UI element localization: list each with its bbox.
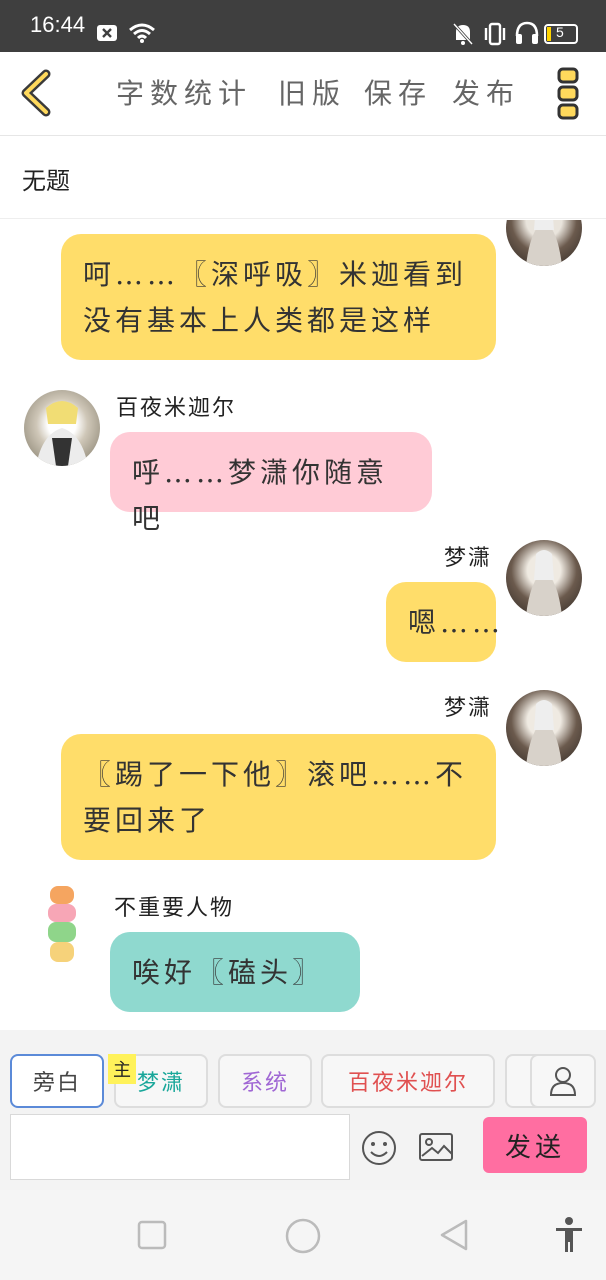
home-icon[interactable] xyxy=(285,1218,321,1254)
mute-bell-icon xyxy=(452,22,474,46)
image-icon[interactable] xyxy=(418,1132,454,1162)
recents-icon[interactable] xyxy=(137,1220,167,1250)
sender-name: 百夜米迦尔 xyxy=(116,396,237,421)
send-button[interactable]: 发送 xyxy=(483,1117,587,1173)
chevron-left-icon xyxy=(21,69,51,117)
back-nav-icon[interactable] xyxy=(438,1218,470,1252)
wifi-icon xyxy=(129,23,155,43)
message-bubble[interactable]: 嗯…… xyxy=(386,582,500,662)
message-bubble[interactable]: 呵……〖深呼吸〗米迦看到没有基本上人类都是这样 xyxy=(61,234,496,360)
battery-icon: 5 xyxy=(544,24,578,44)
emoji-icon[interactable] xyxy=(361,1130,397,1166)
notification-x-icon xyxy=(97,25,117,41)
role-chip-mikaela[interactable]: 百夜米迦尔 xyxy=(321,1054,495,1108)
document-title[interactable]: 无题 xyxy=(22,161,70,196)
message-input[interactable] xyxy=(10,1114,350,1180)
top-toolbar: 字数统计 旧版 保存 发布 xyxy=(0,52,606,136)
role-manager-button[interactable] xyxy=(530,1054,596,1108)
status-bar: 16:44 5 xyxy=(0,0,606,52)
person-icon xyxy=(549,1067,577,1096)
main-role-badge: 主 xyxy=(108,1054,136,1084)
message-bubble[interactable]: 唉好〖磕头〗 xyxy=(110,932,360,1012)
role-chip-narrator[interactable]: 旁白 xyxy=(10,1054,104,1108)
old-version-button[interactable]: 旧版 xyxy=(278,72,346,112)
avatar[interactable] xyxy=(506,220,582,266)
system-nav-bar xyxy=(0,1190,606,1280)
avatar[interactable] xyxy=(40,884,84,966)
word-count-button[interactable]: 字数统计 xyxy=(116,72,252,112)
avatar[interactable] xyxy=(506,690,582,766)
role-selector: 旁白 梦潇 系统 百夜米迦尔 xyxy=(0,1030,606,1116)
vibrate-icon xyxy=(484,22,506,46)
status-time: 16:44 xyxy=(30,12,86,37)
back-button[interactable] xyxy=(14,68,60,118)
sender-name: 梦潇 xyxy=(444,546,493,571)
role-chip-system[interactable]: 系统 xyxy=(218,1054,312,1108)
save-button[interactable]: 保存 xyxy=(364,72,432,112)
battery-level: 5 xyxy=(556,24,564,40)
headphones-icon xyxy=(515,21,539,44)
publish-button[interactable]: 发布 xyxy=(452,72,520,112)
sender-name: 梦潇 xyxy=(444,696,493,721)
accessibility-icon[interactable] xyxy=(554,1216,584,1254)
more-vertical-icon[interactable] xyxy=(556,66,580,122)
avatar[interactable] xyxy=(506,540,582,616)
message-bubble[interactable]: 〖踢了一下他〗滚吧……不要回来了 xyxy=(61,734,496,860)
document-title-bar[interactable]: 无题 xyxy=(0,137,606,219)
message-bubble[interactable]: 呼……梦潇你随意吧 xyxy=(110,432,432,535)
avatar[interactable] xyxy=(24,390,100,466)
sender-name: 不重要人物 xyxy=(114,896,235,921)
input-row: 发送 xyxy=(0,1110,606,1190)
chat-area[interactable]: 呵……〖深呼吸〗米迦看到没有基本上人类都是这样 百夜米迦尔 呼……梦潇你随意吧 … xyxy=(0,220,606,1030)
